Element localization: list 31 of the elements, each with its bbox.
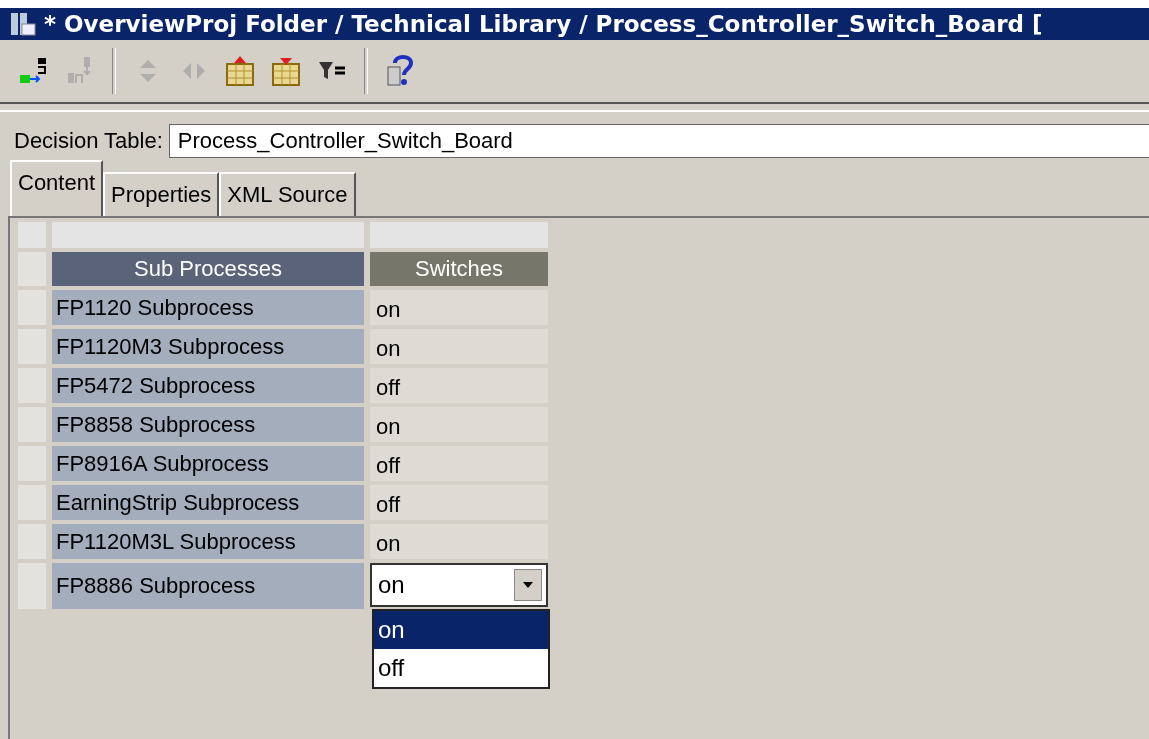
table-cell: off bbox=[370, 446, 548, 481]
field-label: Decision Table: bbox=[14, 128, 163, 154]
table-cell: FP8886 Subprocess bbox=[52, 563, 364, 609]
table-cell: FP8916A Subprocess bbox=[52, 446, 364, 481]
table-cell: on bbox=[370, 290, 548, 325]
table-cell: off bbox=[370, 368, 548, 403]
table-cell: on bbox=[370, 524, 548, 559]
window-title: * OverviewProj Folder / Technical Library / Process_Controller_Switch_Board [ bbox=[44, 11, 1043, 37]
table-cell: FP1120M3L Subprocess bbox=[52, 524, 364, 559]
table-cell: on bbox=[370, 329, 548, 364]
table-cell: FP8858 Subprocess bbox=[52, 407, 364, 442]
table-cell: FP5472 Subprocess bbox=[52, 368, 364, 403]
switch-dropdown[interactable]: on bbox=[370, 563, 548, 607]
dropdown-option[interactable]: on bbox=[374, 611, 548, 649]
help-icon bbox=[385, 53, 415, 89]
dropdown-option[interactable]: off bbox=[374, 649, 548, 687]
table-cell: FP1120M3 Subprocess bbox=[52, 329, 364, 364]
table-cell: on bbox=[370, 407, 548, 442]
table-icon bbox=[270, 55, 302, 87]
table-cell: EarningStrip Subprocess bbox=[52, 485, 364, 520]
column-header: Sub Processes bbox=[52, 252, 364, 286]
column-header: Switches bbox=[370, 252, 548, 286]
table-icon bbox=[224, 55, 256, 87]
tab[interactable]: XML Source bbox=[219, 172, 356, 216]
grid-corner bbox=[18, 222, 46, 248]
tab[interactable]: Content bbox=[10, 160, 104, 216]
table-cell: FP1120 Subprocess bbox=[52, 290, 364, 325]
tab[interactable]: Properties bbox=[103, 172, 220, 216]
app-icon bbox=[10, 12, 36, 36]
table-cell: off bbox=[370, 485, 548, 520]
decision-table-field[interactable]: Process_Controller_Switch_Board bbox=[168, 124, 1149, 158]
